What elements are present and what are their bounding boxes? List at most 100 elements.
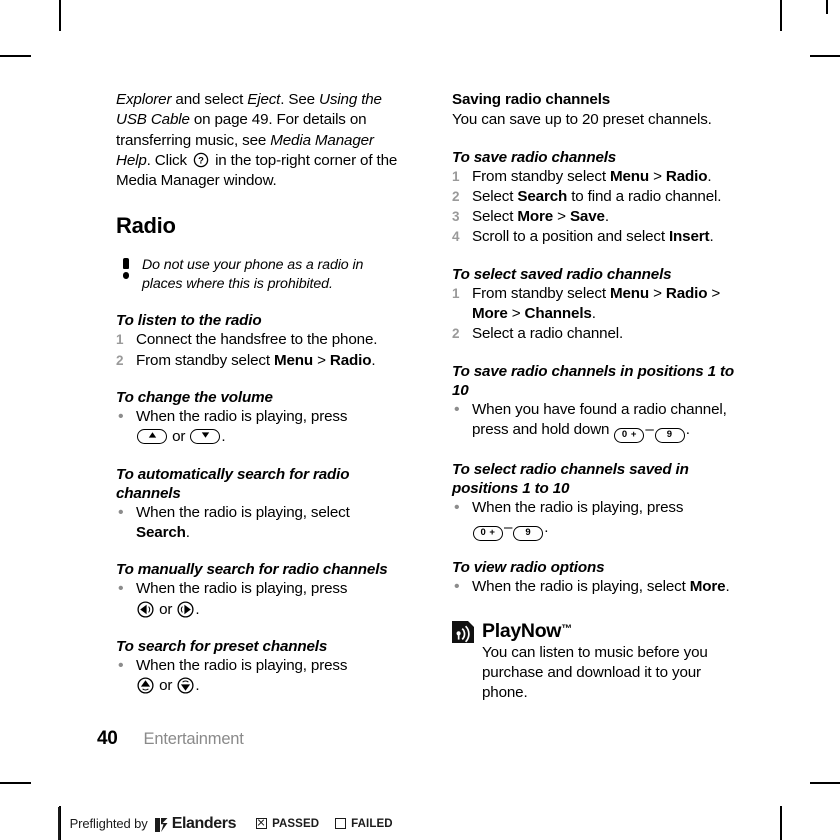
step-text-suffix: . — [604, 208, 609, 226]
procedure-preset-search: To search for preset channels • When the … — [116, 637, 406, 697]
list-item: 3 Select More > Save. — [452, 207, 742, 227]
procedure-steps: • When you have found a radio channel, pr… — [452, 400, 742, 443]
preflight-checkboxes: PASSED FAILED — [256, 818, 409, 830]
right-column: Saving radio channels You can save up to… — [452, 90, 742, 703]
step-text-prefix: When the radio is playing, select — [472, 578, 690, 596]
step-text-suffix: . — [709, 228, 714, 246]
step-separator-2: > — [707, 284, 721, 302]
list-item: 2 Select a radio channel. — [452, 324, 742, 344]
playnow-section: PlayNow™ You can listen to music before … — [452, 618, 742, 704]
search-label: Search — [517, 187, 568, 205]
procedure-listen-to-radio: To listen to the radio 1 Connect the hand… — [116, 311, 406, 371]
step-text: When the radio is playing, press — [136, 408, 348, 426]
key-range-dash: – — [645, 420, 654, 438]
step-marker: 3 — [452, 209, 460, 225]
channels-label: Channels — [524, 305, 592, 323]
bullet-marker: • — [118, 656, 124, 674]
step-text: Connect the handsfree to the phone. — [136, 331, 378, 349]
step-trailing: . — [221, 428, 226, 446]
svg-text:?: ? — [198, 155, 204, 166]
step-text: When the radio is playing, press — [136, 656, 348, 674]
preflight-stamp: Preflighted by Elanders PASSED FAILED — [58, 807, 409, 840]
radio-section-heading: Radio — [116, 213, 176, 239]
radio-warning-note: Do not use your phone as a radio in plac… — [116, 256, 406, 294]
list-item: 2 Select Search to find a radio channel. — [452, 187, 742, 207]
step-separator: > — [553, 208, 570, 226]
step-separator: > — [313, 351, 330, 369]
elanders-logo-icon — [154, 817, 168, 832]
key-0-plus: 0 + — [614, 427, 645, 443]
running-head: Entertainment — [143, 730, 244, 748]
step-marker: 2 — [452, 188, 460, 204]
procedure-view-radio-options: To view radio options • When the radio is… — [452, 558, 742, 597]
left-column: Explorer and select Eject. See Using the… — [116, 90, 406, 696]
failed-checkbox[interactable] — [335, 818, 347, 829]
step-text-prefix: From standby select — [472, 284, 610, 302]
nav-left-key — [137, 601, 154, 618]
procedure-steps: • When the radio is playing, press or . — [116, 407, 406, 448]
procedure-heading: To manually search for radio channels — [116, 561, 388, 579]
step-trailing: . — [195, 677, 200, 695]
manual-page: Explorer and select Eject. See Using the… — [0, 0, 840, 840]
step-marker: 1 — [452, 168, 460, 184]
list-item: • When the radio is playing, select Searc… — [116, 503, 406, 544]
step-marker: 1 — [452, 285, 460, 301]
more-label: More — [472, 305, 508, 323]
step-separator: > — [649, 284, 666, 302]
list-item: • When you have found a radio channel, pr… — [452, 400, 742, 443]
nav-right-key — [177, 601, 194, 618]
nav-up-key — [137, 677, 154, 694]
insert-label: Insert — [668, 228, 710, 246]
procedure-heading: To search for preset channels — [116, 637, 328, 655]
continued-paragraph-text-4: . See — [280, 91, 320, 108]
bullet-marker: • — [454, 498, 460, 516]
radio-warning-text: Do not use your phone as a radio in plac… — [142, 257, 364, 293]
passed-label: PASSED — [272, 817, 320, 830]
procedure-select-saved-channels: To select saved radio channels 1 From sta… — [452, 265, 742, 345]
procedure-steps: • When the radio is playing, press or . — [116, 579, 406, 620]
step-text-suffix: . — [185, 523, 190, 541]
step-marker: 4 — [452, 229, 460, 245]
step-text-prefix: From standby select — [472, 167, 610, 185]
step-text-suffix: . — [707, 167, 712, 185]
procedure-heading: To save radio channels — [452, 148, 617, 166]
volume-down-key — [190, 429, 221, 445]
more-label: More — [689, 578, 726, 596]
step-conjunction: or — [159, 677, 173, 695]
step-text-prefix: Select — [472, 208, 518, 226]
preflight-divider — [58, 807, 60, 840]
step-text-suffix: . — [591, 305, 596, 323]
list-item: • When the radio is playing, select More. — [452, 577, 742, 597]
procedure-heading: To select saved radio channels — [452, 265, 672, 283]
search-label: Search — [136, 523, 186, 541]
procedure-heading: To automatically search for radio channe… — [116, 465, 350, 502]
list-item: • When the radio is playing, press or . — [116, 656, 406, 697]
list-item: • When the radio is playing, press or . — [116, 407, 406, 448]
step-trailing: . — [195, 600, 200, 618]
procedure-heading: To change the volume — [116, 389, 273, 407]
playnow-heading: PlayNow™ — [482, 618, 742, 643]
procedure-select-positions-1-10: To select radio channels saved in positi… — [452, 460, 742, 542]
key-9: 9 — [513, 526, 544, 542]
step-text-suffix: . — [371, 351, 376, 369]
step-text-prefix: Scroll to a position and select — [472, 228, 669, 246]
procedure-steps: 1 From standby select Menu > Radio > More… — [452, 284, 742, 345]
bullet-marker: • — [454, 400, 460, 418]
trademark-symbol: ™ — [561, 622, 573, 635]
continued-paragraph-text-2: and select — [171, 91, 248, 108]
help-question-icon: ? — [193, 152, 209, 168]
procedure-manual-search: To manually search for radio channels • W… — [116, 560, 406, 620]
radio-label: Radio — [329, 351, 372, 369]
save-label: Save — [569, 208, 605, 226]
continued-paragraph-eject: Eject — [247, 91, 281, 108]
key-9: 9 — [654, 427, 685, 443]
step-text-prefix: Select — [472, 187, 518, 205]
procedure-save-radio-channels: To save radio channels 1 From standby sel… — [452, 148, 742, 248]
step-trailing: . — [544, 519, 549, 537]
step-text-prefix: When the radio is playing, select — [136, 503, 350, 521]
passed-checkbox[interactable] — [256, 818, 268, 829]
bullet-marker: • — [118, 408, 124, 426]
step-text-prefix: From standby select — [136, 351, 274, 369]
menu-label: Menu — [609, 167, 650, 185]
elanders-brand-name: Elanders — [171, 814, 237, 832]
